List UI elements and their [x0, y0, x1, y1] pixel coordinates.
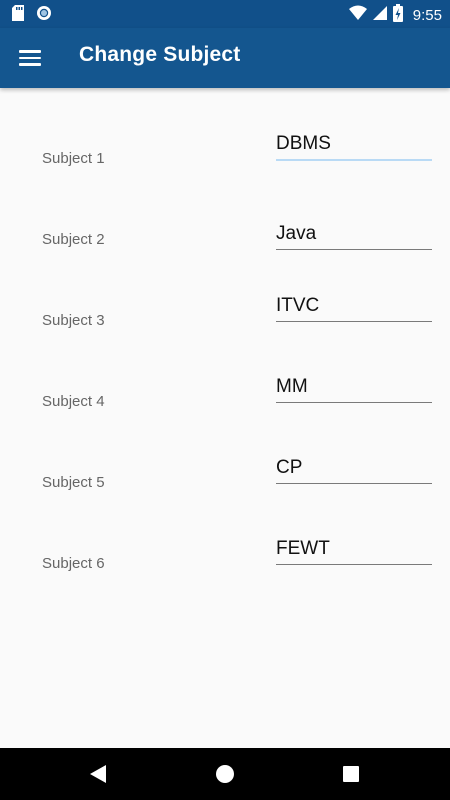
- subject-row: Subject 1: [0, 88, 450, 169]
- subject-label: Subject 5: [42, 474, 105, 491]
- subject-row: Subject 5: [0, 412, 450, 493]
- app-bar: Change Subject: [0, 28, 450, 88]
- status-bar: 9:55: [0, 0, 450, 28]
- subject-5-field[interactable]: [276, 453, 432, 484]
- subject-label: Subject 3: [42, 312, 105, 329]
- sd-card-icon: [12, 5, 24, 25]
- screen: 9:55 Change Subject Subject 1 Subject 2 …: [0, 0, 450, 800]
- subject-2-field[interactable]: [276, 219, 432, 250]
- subject-label: Subject 4: [42, 393, 105, 410]
- subject-1-field[interactable]: [276, 129, 432, 161]
- status-time: 9:55: [412, 6, 442, 24]
- subject-4-field[interactable]: [276, 372, 432, 403]
- subject-6-field[interactable]: [276, 534, 432, 565]
- subject-row: Subject 3: [0, 250, 450, 331]
- wifi-icon: [348, 5, 367, 25]
- hamburger-menu-icon[interactable]: [10, 38, 50, 78]
- home-icon[interactable]: [213, 762, 237, 786]
- subject-row: Subject 4: [0, 331, 450, 412]
- page-title: Change Subject: [79, 43, 241, 66]
- subject-label: Subject 2: [42, 231, 105, 248]
- battery-charging-icon: [392, 4, 403, 26]
- sync-circle-icon: [36, 5, 52, 25]
- subject-label: Subject 1: [42, 150, 105, 167]
- subject-3-field[interactable]: [276, 291, 432, 322]
- subject-label: Subject 6: [42, 555, 105, 572]
- recents-icon[interactable]: [339, 762, 363, 786]
- back-icon[interactable]: [86, 762, 110, 786]
- subject-row: Subject 6: [0, 493, 450, 574]
- signal-icon: [372, 5, 387, 25]
- navigation-bar: [0, 748, 450, 800]
- subject-row: Subject 2: [0, 169, 450, 250]
